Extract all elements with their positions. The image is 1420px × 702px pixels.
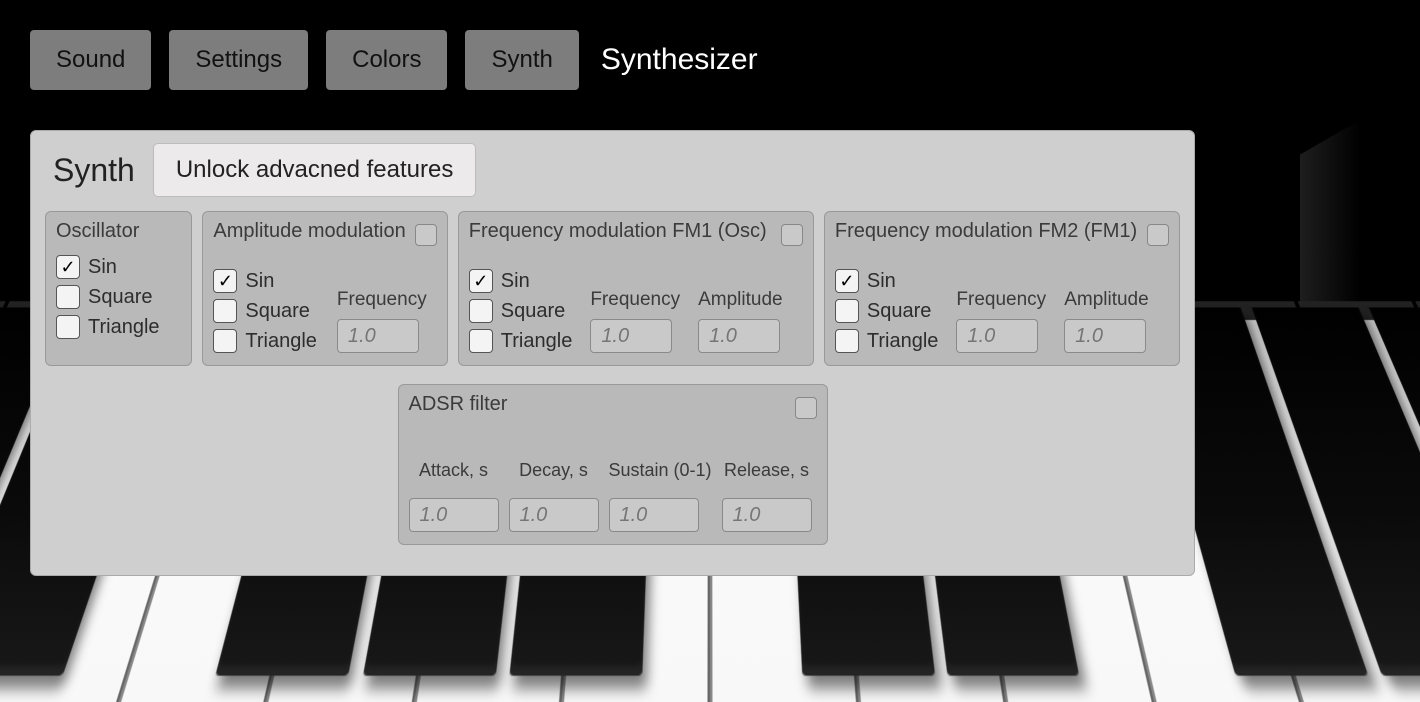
fm1-square-label: Square — [501, 300, 566, 323]
adsr-attack-label: Attack, s — [409, 450, 499, 490]
fm2-group: Frequency modulation FM2 (FM1) Sin Squar… — [824, 211, 1180, 366]
am-sin-label: Sin — [245, 270, 274, 293]
tab-settings[interactable]: Settings — [169, 30, 308, 90]
oscillator-sin-checkbox[interactable] — [56, 255, 80, 279]
fm2-frequency-input[interactable] — [956, 319, 1038, 353]
fm1-title: Frequency modulation FM1 (Osc) — [469, 220, 767, 243]
fm2-square-label: Square — [867, 300, 932, 323]
am-triangle-label: Triangle — [245, 330, 317, 353]
am-frequency-input[interactable] — [337, 319, 419, 353]
oscillator-group: Oscillator Sin Square Triangle — [45, 211, 192, 366]
fm1-amplitude-input[interactable] — [698, 319, 780, 353]
am-title: Amplitude modulation — [213, 220, 405, 243]
am-group: Amplitude modulation Sin Square Triang — [202, 211, 447, 366]
adsr-attack-input[interactable] — [409, 498, 499, 532]
tab-colors[interactable]: Colors — [326, 30, 447, 90]
fm1-group: Frequency modulation FM1 (Osc) Sin Squar… — [458, 211, 814, 366]
synth-panel: Synth Unlock advacned features Oscillato… — [30, 130, 1195, 576]
panel-title: Synth — [45, 152, 135, 189]
fm2-triangle-checkbox[interactable] — [835, 329, 859, 353]
am-sin-checkbox[interactable] — [213, 269, 237, 293]
fm1-frequency-input[interactable] — [590, 319, 672, 353]
tab-sound[interactable]: Sound — [30, 30, 151, 90]
fm1-triangle-label: Triangle — [501, 330, 573, 353]
am-frequency-label: Frequency — [337, 289, 427, 311]
oscillator-sin-label: Sin — [88, 256, 117, 279]
fm2-sin-checkbox[interactable] — [835, 269, 859, 293]
adsr-sustain-label: Sustain (0-1) — [609, 450, 712, 490]
unlock-advanced-button[interactable]: Unlock advacned features — [153, 143, 477, 197]
oscillator-square-label: Square — [88, 286, 153, 309]
am-triangle-checkbox[interactable] — [213, 329, 237, 353]
fm2-square-checkbox[interactable] — [835, 299, 859, 323]
am-square-label: Square — [245, 300, 310, 323]
fm2-enable-checkbox[interactable] — [1147, 224, 1169, 246]
adsr-sustain-input[interactable] — [609, 498, 699, 532]
adsr-enable-checkbox[interactable] — [795, 397, 817, 419]
adsr-title: ADSR filter — [409, 393, 508, 416]
fm1-enable-checkbox[interactable] — [781, 224, 803, 246]
fm1-triangle-checkbox[interactable] — [469, 329, 493, 353]
fm2-sin-label: Sin — [867, 270, 896, 293]
adsr-decay-label: Decay, s — [509, 450, 599, 490]
fm2-frequency-label: Frequency — [956, 289, 1046, 311]
oscillator-triangle-label: Triangle — [88, 316, 160, 339]
adsr-release-input[interactable] — [722, 498, 812, 532]
tab-bar: Sound Settings Colors Synth Synthesizer — [30, 30, 758, 90]
fm1-frequency-label: Frequency — [590, 289, 680, 311]
fm1-sin-label: Sin — [501, 270, 530, 293]
fm1-square-checkbox[interactable] — [469, 299, 493, 323]
oscillator-title: Oscillator — [56, 220, 181, 243]
fm2-triangle-label: Triangle — [867, 330, 939, 353]
fm1-sin-checkbox[interactable] — [469, 269, 493, 293]
am-enable-checkbox[interactable] — [415, 224, 437, 246]
adsr-decay-input[interactable] — [509, 498, 599, 532]
am-square-checkbox[interactable] — [213, 299, 237, 323]
tab-synth[interactable]: Synth — [465, 30, 578, 90]
app-title: Synthesizer — [601, 43, 758, 77]
adsr-group: ADSR filter Attack, s Decay, s Sustain (… — [398, 384, 828, 545]
adsr-release-label: Release, s — [722, 450, 812, 490]
fm2-amplitude-label: Amplitude — [1064, 289, 1149, 311]
oscillator-triangle-checkbox[interactable] — [56, 315, 80, 339]
fm2-title: Frequency modulation FM2 (FM1) — [835, 220, 1137, 243]
oscillator-square-checkbox[interactable] — [56, 285, 80, 309]
fm1-amplitude-label: Amplitude — [698, 289, 783, 311]
fm2-amplitude-input[interactable] — [1064, 319, 1146, 353]
